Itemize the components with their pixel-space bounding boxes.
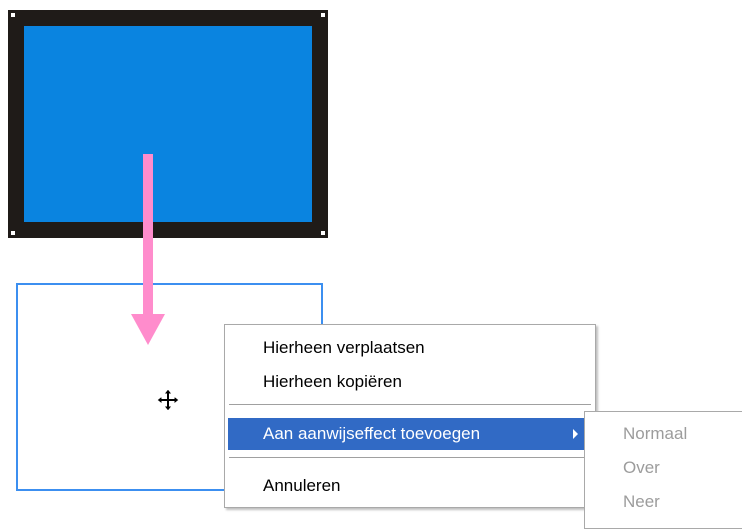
menu-separator (229, 404, 591, 406)
submenu-item-normal[interactable]: Normaal (588, 417, 742, 451)
chevron-right-icon (573, 429, 578, 439)
submenu: Normaal Over Neer (584, 411, 742, 529)
selected-object[interactable] (8, 10, 328, 238)
resize-handle-bottom-left[interactable] (10, 230, 16, 236)
menu-item-move-here[interactable]: Hierheen verplaatsen (228, 332, 592, 364)
resize-handle-top-right[interactable] (320, 12, 326, 18)
submenu-item-down[interactable]: Neer (588, 485, 742, 519)
menu-item-cancel[interactable]: Annuleren (228, 470, 592, 502)
menu-separator (229, 457, 591, 459)
submenu-item-label: Over (623, 458, 660, 477)
submenu-item-label: Neer (623, 492, 660, 511)
menu-item-label: Annuleren (263, 476, 341, 495)
resize-handle-bottom-right[interactable] (320, 230, 326, 236)
submenu-item-label: Normaal (623, 424, 688, 443)
menu-item-label: Hierheen kopiëren (263, 372, 402, 391)
move-cursor-icon (156, 388, 180, 412)
object-fill (24, 26, 312, 222)
submenu-item-over[interactable]: Over (588, 451, 742, 485)
menu-item-label: Hierheen verplaatsen (263, 338, 425, 357)
resize-handle-top-left[interactable] (10, 12, 16, 18)
menu-item-copy-here[interactable]: Hierheen kopiëren (228, 366, 592, 398)
menu-item-label: Aan aanwijseffect toevoegen (263, 424, 481, 443)
menu-item-add-action-effect[interactable]: Aan aanwijseffect toevoegen (228, 418, 592, 450)
context-menu: Hierheen verplaatsen Hierheen kopiëren A… (224, 324, 596, 508)
